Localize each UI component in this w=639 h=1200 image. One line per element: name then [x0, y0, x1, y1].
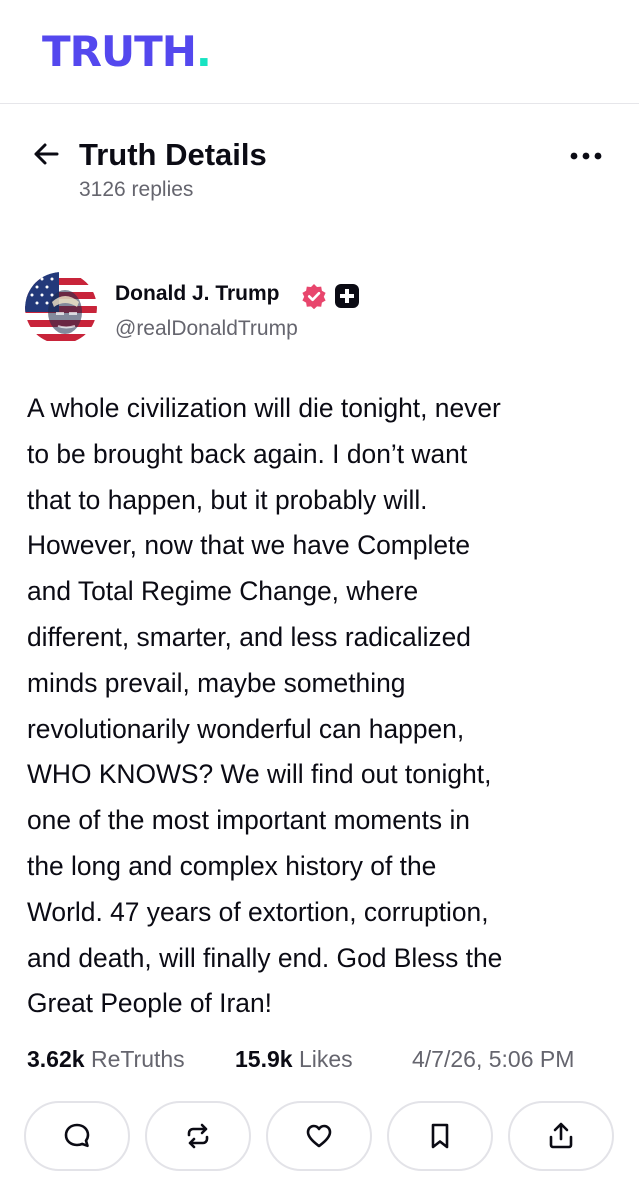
retruths-count: 3.62k [27, 1046, 85, 1072]
avatar[interactable] [25, 272, 97, 344]
post-text-line: and Total Regime Change, where [27, 576, 419, 607]
comment-icon [64, 1123, 90, 1148]
truth-logo[interactable]: TRUTH. [42, 27, 212, 76]
retruths-label: ReTruths [90, 1046, 185, 1072]
post-text-line: World. 47 years of extortion, corruption… [27, 896, 489, 927]
plus-badge-icon [335, 284, 359, 308]
reply-count: 3126 replies [79, 178, 194, 201]
logo-text: TRUTH [42, 27, 197, 76]
top-bar: TRUTH. [0, 0, 639, 104]
more-horizontal-icon [570, 152, 602, 160]
bookmark-icon [431, 1123, 449, 1149]
post-text-line: one of the most important moments in [27, 805, 470, 836]
arrow-left-icon [34, 143, 59, 165]
post-text-line: different, smarter, and less radicalized [27, 621, 471, 652]
post-text-line: Great People of Iran! [27, 988, 272, 1019]
post-author: Donald J. Trump @realDonaldTrump [0, 272, 639, 352]
page-header: Truth Details 3126 replies [0, 130, 639, 220]
post-text-line: However, now that we have Complete [27, 530, 471, 561]
author-handle[interactable]: @realDonaldTrump [115, 316, 298, 342]
post-text-line: to be brought back again. I don’t want [27, 438, 468, 469]
page-title: Truth Details [79, 137, 267, 172]
post-text-line: that to happen, but it probably will. [27, 484, 428, 515]
retruths-stat[interactable]: 3.62k ReTruths [27, 1043, 185, 1075]
more-options-button[interactable] [566, 144, 606, 168]
post-text-line: and death, will finally end. God Bless t… [27, 942, 503, 973]
post-stats: 3.62k ReTruths 15.9k Likes 4/7/26, 5:06 … [27, 1043, 627, 1075]
likes-label: Likes [298, 1046, 353, 1072]
post-text-line: WHO KNOWS? We will find out tonight, [27, 759, 492, 790]
avatar-image [25, 272, 97, 344]
post-timestamp: 4/7/26, 5:06 PM [412, 1046, 575, 1072]
logo-dot: . [195, 27, 212, 76]
action-bar [0, 1101, 639, 1175]
post-text: A whole civilization will die tonight, n… [27, 386, 627, 1027]
retruth-icon [187, 1123, 209, 1149]
post-text-line: minds prevail, maybe something [27, 667, 406, 698]
bookmark-button[interactable] [387, 1101, 493, 1171]
retruth-button[interactable] [145, 1101, 251, 1171]
post-text-line: revolutionarily wonderful can happen, [27, 713, 465, 744]
author-name[interactable]: Donald J. Trump [115, 281, 280, 307]
heart-icon [306, 1124, 332, 1148]
verified-badge-icon [301, 283, 327, 310]
post-text-line: the long and complex history of the [27, 850, 437, 881]
like-button[interactable] [266, 1101, 372, 1171]
share-button[interactable] [508, 1101, 614, 1171]
reply-button[interactable] [24, 1101, 130, 1171]
likes-count: 15.9k [235, 1046, 293, 1072]
post-text-line: A whole civilization will die tonight, n… [27, 393, 501, 423]
likes-stat[interactable]: 15.9k Likes [235, 1043, 353, 1075]
back-button[interactable] [30, 138, 62, 170]
share-icon [549, 1122, 573, 1149]
